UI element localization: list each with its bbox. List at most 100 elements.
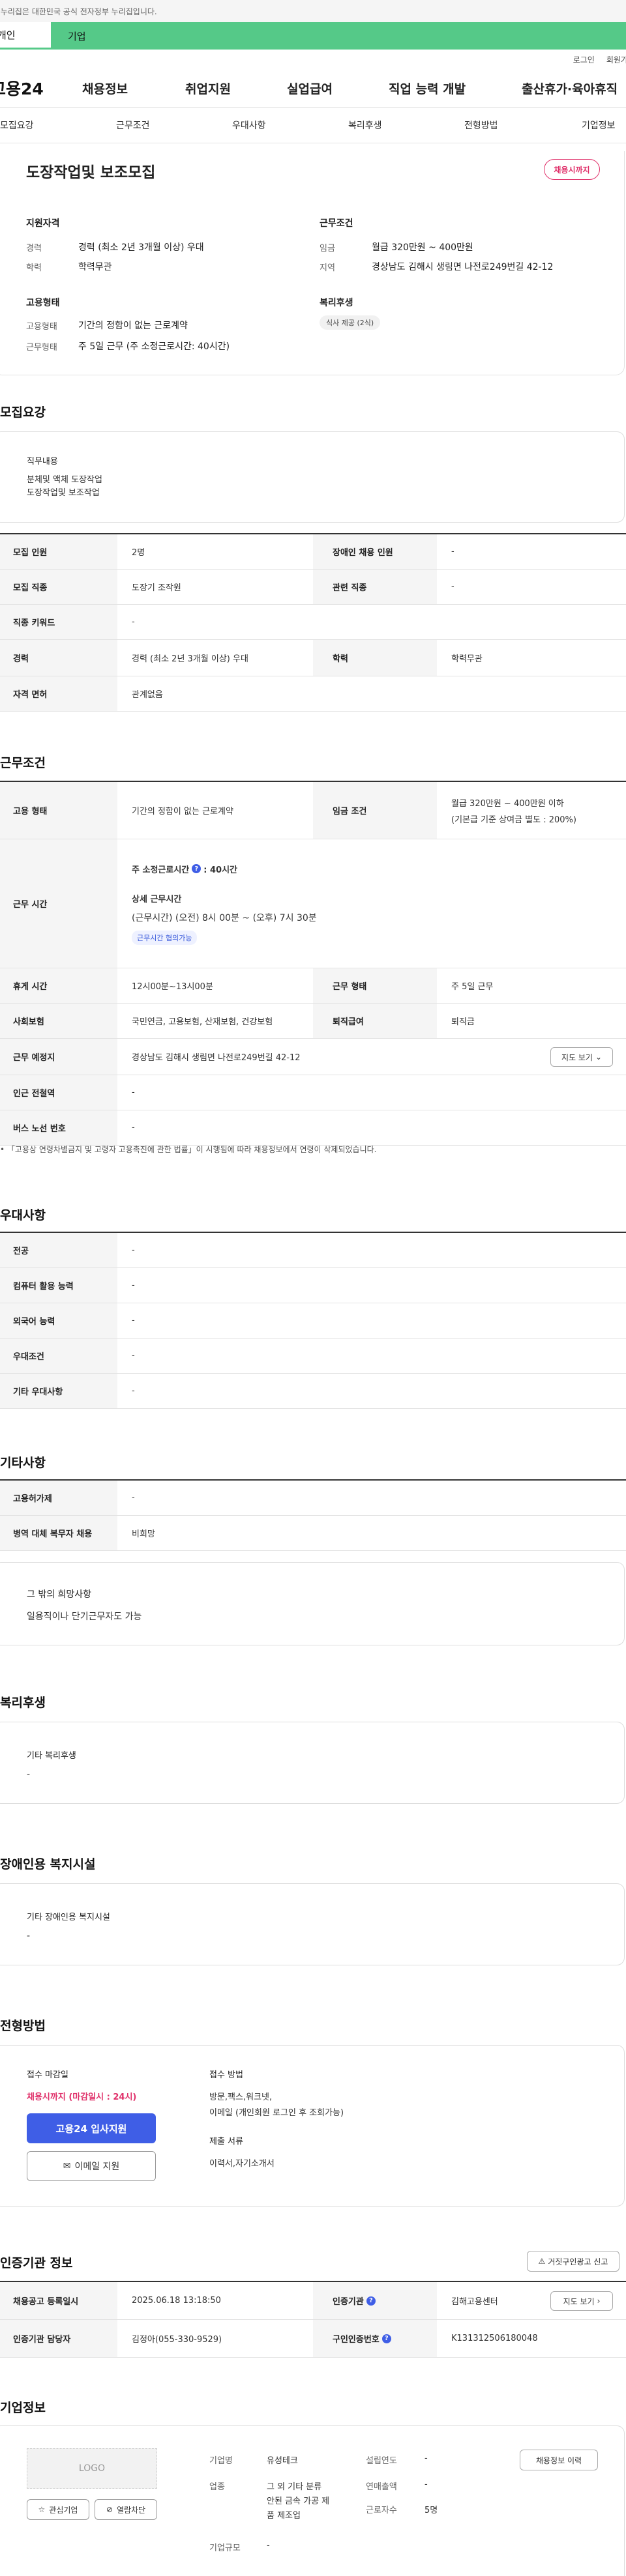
- brand-logo[interactable]: 고용24: [0, 76, 82, 100]
- tab-selection[interactable]: 전형방법: [464, 119, 498, 132]
- table-row: 인근 전철역 -: [0, 1075, 626, 1110]
- welfare-heading: 복리후생: [320, 298, 353, 308]
- gnb-unemployment-benefit[interactable]: 실업급여: [287, 80, 333, 97]
- table-row: 직종 키워드 -: [0, 605, 626, 640]
- education-value: 학력무관: [78, 262, 112, 272]
- table-header: 외국어 능력: [0, 1303, 117, 1338]
- duty-line-2: 도장작업및 보조작업: [27, 488, 100, 498]
- gnb-vocational-training[interactable]: 직업 능력 개발: [389, 80, 466, 97]
- table-cell: 김정아(055-330-9529): [132, 2335, 222, 2345]
- hours-tag-wrap: 근무시간 협의가능: [132, 930, 198, 945]
- cert-map-button[interactable]: 지도 보기 ›: [550, 2291, 613, 2311]
- conditions-section-title: 근무조건: [0, 756, 46, 770]
- method-line-1: 방문,팩스,워크넷,: [209, 2092, 273, 2102]
- work-type-value: 주 5일 근무 (주 소정근로시간: 40시간): [78, 341, 230, 352]
- table-row: 모집 직종 도장기 조작원 관련 직종 -: [0, 570, 626, 605]
- weekly-hours-label: 주 소정근로시간: [132, 865, 190, 875]
- utility-links: 로그인 회원가입: [0, 50, 626, 69]
- hours-cell: 주 소정근로시간 ? : 40시간 상세 근무시간 (근무시간) (오전) 8시…: [117, 839, 626, 968]
- table-cell: 비희망: [132, 1529, 155, 1539]
- tab-welfare[interactable]: 복리후생: [348, 119, 382, 132]
- table-cell: -: [132, 1386, 135, 1396]
- false-ad-report-button[interactable]: ⚠ 거짓구인광고 신고: [527, 2251, 619, 2272]
- table-cell: 경상남도 김해시 생림면 나전로249번길 42-12: [132, 1053, 301, 1063]
- apply-button[interactable]: 고용24 입사지원: [27, 2113, 156, 2143]
- age-notice-text: 「고용상 연령차별금지 및 고령자 고용촉진에 관한 법률」이 시행됨에 따라 …: [7, 1145, 377, 1154]
- table-cell: -: [132, 1123, 135, 1133]
- signup-link[interactable]: 회원가입: [606, 54, 626, 65]
- welfare-chip: 식사 제공 (2식): [320, 315, 381, 330]
- block-view-label: 열람차단: [116, 2505, 146, 2515]
- industry-line-1: 그 외 기타 분류: [267, 2482, 322, 2492]
- table-header: 휴게 시간: [0, 968, 117, 1003]
- conditions-heading: 근무조건: [320, 218, 353, 229]
- table-row: 기타 우대사항 -: [0, 1374, 626, 1409]
- gov-notice-bar: 이 누리집은 대한민국 공식 전자정부 누리집입니다.: [0, 0, 626, 22]
- cert-table: 채용공고 등록일시 2025.06.18 13:18:50 인증기관 ? 김해고…: [0, 2281, 626, 2358]
- gnb-employment-support[interactable]: 취업지원: [185, 80, 231, 97]
- gnb-jobs[interactable]: 채용정보: [82, 80, 128, 97]
- block-view-button[interactable]: ⊘ 열람차단: [95, 2499, 157, 2520]
- bullet-icon: •: [0, 1145, 7, 1154]
- table-header: 장애인 채용 인원: [313, 534, 437, 569]
- table-cell: -: [132, 1281, 135, 1290]
- email-apply-button[interactable]: ✉ 이메일 지원: [27, 2151, 156, 2181]
- founded-year-label: 설립연도: [366, 2456, 397, 2466]
- star-icon: ☆: [38, 2505, 46, 2514]
- table-header: 사회보험: [0, 1004, 117, 1038]
- deadline-heading: 접수 마감일: [27, 2070, 68, 2080]
- tab-recruit[interactable]: 모집요강: [0, 119, 34, 132]
- hours-detail-title: 상세 근무시간: [132, 894, 182, 904]
- table-cell: 2025.06.18 13:18:50: [132, 2296, 221, 2306]
- method-line-2: 이메일 (개인회원 로그인 후 조회가능): [209, 2108, 344, 2118]
- table-row: 컴퓨터 활용 능력 -: [0, 1268, 626, 1303]
- favorite-company-button[interactable]: ☆ 관심기업: [27, 2499, 89, 2520]
- recruit-section-title: 모집요강: [0, 405, 46, 420]
- career-label: 경력: [26, 244, 42, 253]
- table-cell: 경력 (최소 2년 3개월 이상) 우대: [132, 654, 248, 664]
- tab-personal-label: 개인: [0, 29, 16, 41]
- table-header: 병역 대체 복무자 채용: [0, 1516, 117, 1550]
- table-cell: -: [132, 1493, 135, 1503]
- cert-org-header: 인증기관 ?: [313, 2282, 437, 2319]
- duty-box: 직무내용 분체및 액체 도장작업 도장작업및 보조작업: [0, 431, 625, 523]
- map-button[interactable]: 지도 보기 ⌄: [550, 1047, 613, 1067]
- login-link[interactable]: 로그인: [573, 54, 595, 65]
- table-cell: 관계없음: [132, 690, 163, 700]
- table-cell: -: [451, 547, 455, 557]
- table-cell: -: [132, 1088, 135, 1097]
- age-notice: • 「고용상 연령차별금지 및 고령자 고용촉진에 관한 법률」이 시행됨에 따…: [0, 1144, 376, 1155]
- annual-sales-label: 연매출액: [366, 2482, 397, 2492]
- deadline-text: 채용시까지 (마감일시 : 24시): [27, 2092, 137, 2102]
- table-row: 경력 경력 (최소 2년 3개월 이상) 우대 학력 학력무관: [0, 640, 626, 676]
- info-icon[interactable]: ?: [366, 2296, 376, 2306]
- tab-company[interactable]: 기업: [51, 22, 626, 50]
- false-ad-report-label: 거짓구인광고 신고: [548, 2257, 608, 2266]
- work-type-label: 근무형태: [26, 343, 57, 353]
- table-row: 고용허가제 -: [0, 1481, 626, 1516]
- company-scale-label: 기업규모: [209, 2543, 241, 2553]
- tab-company-label: 기업: [68, 30, 86, 42]
- docs-heading: 제출 서류: [209, 2137, 243, 2147]
- table-header: 직종 키워드: [0, 605, 117, 639]
- table-row: 버스 노선 번호 -: [0, 1110, 626, 1146]
- welfare-box: 기타 복리후생 -: [0, 1722, 625, 1804]
- tab-personal[interactable]: 개인: [0, 22, 51, 50]
- welfare-section-title: 복리후생: [0, 1696, 46, 1710]
- job-history-button[interactable]: 채용정보 이력: [520, 2450, 598, 2470]
- table-header: 전공: [0, 1233, 117, 1267]
- docs-text: 이력서,자기소개서: [209, 2159, 275, 2169]
- info-icon[interactable]: ?: [381, 2334, 391, 2343]
- industry-label: 업종: [209, 2482, 225, 2492]
- table-cell: -: [132, 1351, 135, 1361]
- tab-preferences[interactable]: 우대사항: [232, 119, 266, 132]
- mail-icon: ✉: [63, 2161, 71, 2171]
- tab-conditions[interactable]: 근무조건: [116, 119, 150, 132]
- info-icon[interactable]: ?: [192, 864, 201, 873]
- gnb-parental-leave[interactable]: 출산휴가·육아휴직: [522, 80, 618, 97]
- tab-company[interactable]: 기업정보: [582, 119, 616, 132]
- etc-section-title: 기타사항: [0, 1456, 46, 1470]
- table-cell: -: [132, 1316, 135, 1325]
- hours-detail: (근무시간) (오전) 8시 00분 ~ (오후) 7시 30분: [132, 912, 317, 923]
- company-name-label: 기업명: [209, 2456, 233, 2466]
